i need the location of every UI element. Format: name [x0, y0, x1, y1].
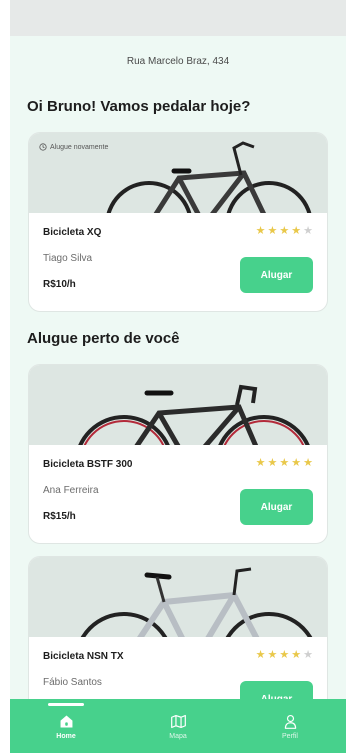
- tab-label: Mapa: [169, 732, 187, 740]
- star-empty-icon: ★: [303, 649, 313, 661]
- profile-icon: [284, 714, 296, 729]
- card-details: Bicicleta BSTF 300 Ana Ferreira R$15/h ★…: [29, 445, 327, 543]
- home-icon: [60, 715, 72, 727]
- rent-button[interactable]: Alugar: [240, 257, 313, 293]
- star-filled-icon: ★: [291, 457, 302, 469]
- rating-stars: ★ ★ ★ ★ ★: [256, 649, 313, 661]
- star-filled-icon: ★: [279, 649, 290, 661]
- badge-label: Alugue novamente: [50, 143, 109, 151]
- bike-image: [80, 567, 313, 637]
- tab-profile[interactable]: Perfil: [260, 713, 320, 740]
- address-label[interactable]: Rua Marcelo Braz, 434: [10, 56, 346, 70]
- map-icon: [170, 714, 186, 728]
- star-filled-icon: ★: [291, 649, 302, 661]
- rating-stars: ★ ★ ★ ★ ★: [256, 457, 313, 469]
- recent-bike-card[interactable]: Alugue novamente Bicicleta XQ Tiago Silv…: [28, 132, 328, 312]
- star-filled-icon: ★: [255, 225, 266, 237]
- active-tab-indicator: [48, 702, 84, 706]
- bottom-tab-bar: Home Mapa Perfil: [10, 699, 346, 753]
- bike-image: [78, 384, 310, 445]
- rent-again-badge: Alugue novamente: [39, 143, 108, 151]
- bike-photo: Alugue novamente: [29, 133, 327, 213]
- nearby-section-title: Alugue perto de você: [27, 330, 180, 347]
- card-details: Bicicleta XQ Tiago Silva R$10/h ★ ★ ★ ★ ★ Al…: [29, 213, 327, 311]
- star-filled-icon: ★: [255, 457, 266, 469]
- bike-photo: [29, 557, 327, 637]
- app-screen: Rua Marcelo Braz, 434 Oi Bruno! Vamos pe…: [10, 0, 346, 753]
- star-filled-icon: ★: [267, 225, 278, 237]
- star-empty-icon: ★: [303, 225, 313, 237]
- star-filled-icon: ★: [255, 649, 266, 661]
- clock-icon: [39, 143, 47, 151]
- tab-label: Home: [56, 732, 76, 740]
- star-filled-icon: ★: [303, 457, 313, 469]
- tab-label: Perfil: [282, 732, 298, 740]
- nearby-bike-card[interactable]: Bicicleta BSTF 300 Ana Ferreira R$15/h ★…: [28, 364, 328, 544]
- tab-home[interactable]: Home: [36, 702, 96, 740]
- status-bar: [10, 0, 346, 36]
- star-filled-icon: ★: [267, 457, 278, 469]
- rent-button[interactable]: Alugar: [240, 489, 313, 525]
- rating-stars: ★ ★ ★ ★ ★: [256, 225, 313, 237]
- bike-photo: [29, 365, 327, 445]
- tab-map[interactable]: Mapa: [148, 713, 208, 740]
- star-filled-icon: ★: [279, 225, 290, 237]
- star-filled-icon: ★: [291, 225, 302, 237]
- star-filled-icon: ★: [267, 649, 278, 661]
- star-filled-icon: ★: [279, 457, 290, 469]
- greeting-title: Oi Bruno! Vamos pedalar hoje?: [27, 98, 251, 115]
